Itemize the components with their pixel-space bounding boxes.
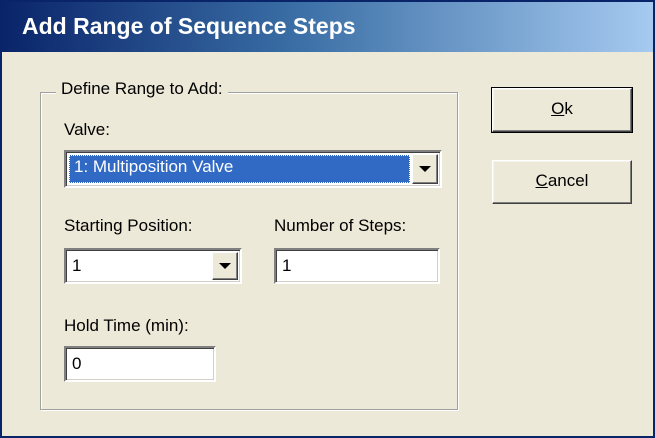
valve-dropdown-button[interactable]	[412, 154, 438, 184]
number-of-steps-label: Number of Steps:	[274, 216, 407, 235]
ok-button-label: Ok	[551, 99, 573, 118]
hold-time-value: 0	[72, 354, 82, 373]
valve-label: Valve:	[64, 120, 110, 139]
cancel-button[interactable]: Cancel	[492, 160, 632, 204]
number-of-steps-value: 1	[282, 256, 292, 275]
dialog-body: Define Range to Add: Valve: 1: Multiposi…	[2, 52, 653, 436]
cancel-button-label: Cancel	[535, 171, 589, 190]
chevron-down-icon	[419, 166, 431, 172]
group-legend: Define Range to Add:	[56, 79, 228, 99]
dialog-window: Add Range of Sequence Steps Define Range…	[0, 0, 655, 438]
hold-time-label: Hold Time (min):	[64, 316, 189, 335]
starting-position-combobox[interactable]: 1	[64, 248, 242, 284]
ok-button[interactable]: Ok	[491, 87, 633, 133]
valve-combobox[interactable]: 1: Multiposition Valve	[64, 150, 442, 188]
starting-position-dropdown-button[interactable]	[212, 252, 238, 280]
valve-selected-value: 1: Multiposition Valve	[74, 157, 234, 176]
window-title: Add Range of Sequence Steps	[22, 13, 356, 39]
hold-time-field[interactable]: 0	[64, 346, 216, 382]
chevron-down-icon	[219, 263, 231, 269]
starting-position-label: Starting Position:	[64, 216, 193, 235]
title-bar[interactable]: Add Range of Sequence Steps	[2, 2, 653, 52]
starting-position-value: 1	[72, 256, 82, 275]
number-of-steps-field[interactable]: 1	[274, 248, 440, 284]
